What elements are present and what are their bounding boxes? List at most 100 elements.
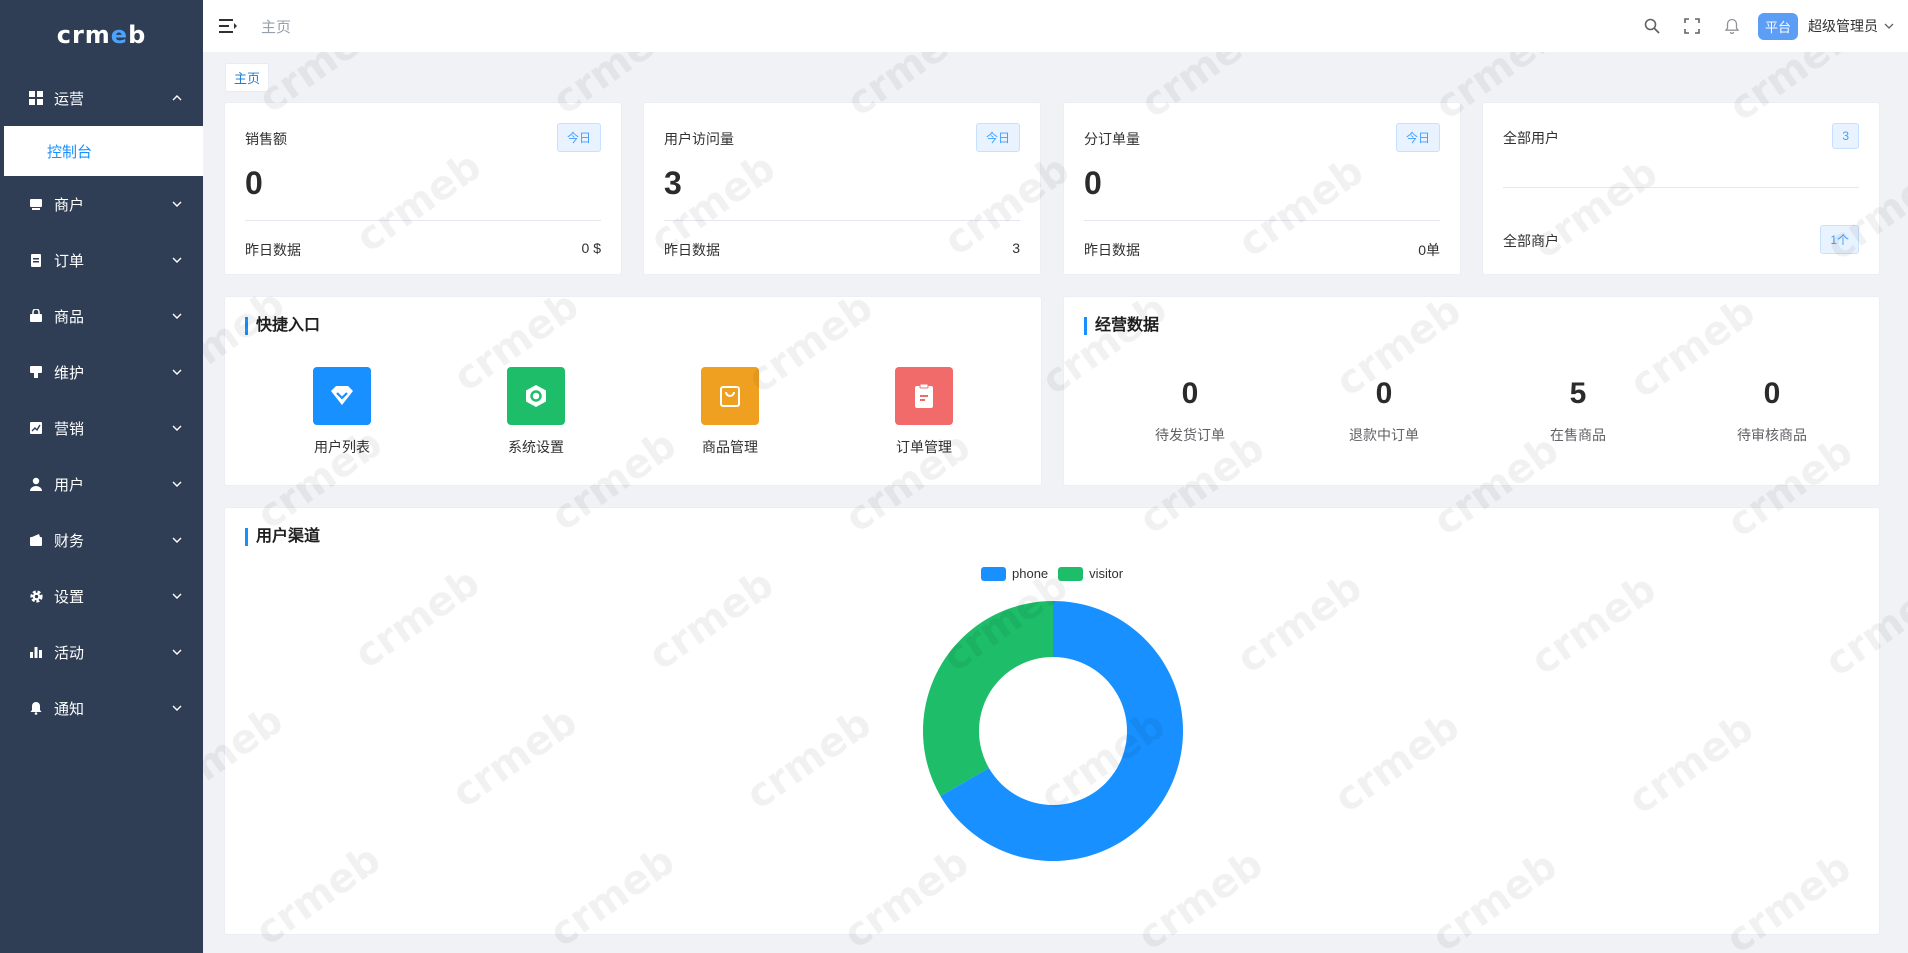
stat-foot-label: 昨日数据 [1084,242,1140,258]
platform-badge: 平台 [1757,12,1798,40]
stat-foot-value: 0单 [1418,242,1440,258]
sidebar-item-orders[interactable]: 订单 [0,232,203,288]
tags-bar: 主页 [203,52,1908,96]
bag-icon [28,308,44,324]
sidebar-item-finance[interactable]: 财务 [0,512,203,568]
sidebar-item-label: 通知 [54,700,85,718]
sidebar-item-label: 用户 [54,476,85,494]
sidebar-item-settings[interactable]: 设置 [0,568,203,624]
stat-card-orders: 分订单量 今日 0 昨日数据 0单 [1063,102,1461,275]
sidebar-item-operations[interactable]: 运营 [0,70,203,126]
sidebar-item-label: 财务 [54,532,85,550]
shopping-bag-icon [701,367,759,425]
all-merchants-label: 全部商户 [1503,233,1559,249]
tag-home[interactable]: 主页 [225,63,270,92]
chevron-down-icon [171,254,183,266]
sidebar-item-merchant[interactable]: 商户 [0,176,203,232]
quick-entry-card: 快捷入口 用户列表 系统设置 商品管理 订单管理 [224,296,1042,486]
user-icon [28,476,44,492]
tool-icon [28,364,44,380]
bar-chart-icon [28,644,44,660]
stat-badge: 今日 [556,123,601,152]
biz-on-sale-products[interactable]: 5 在售商品 [1508,377,1648,445]
chevron-down-icon [171,310,183,322]
quick-label: 商品管理 [702,439,758,455]
sidebar-item-label: 设置 [54,588,85,606]
biz-label: 待审核商品 [1737,427,1807,443]
sidebar-item-label: 订单 [54,252,85,270]
quick-item-system-settings[interactable]: 系统设置 [476,367,596,457]
quick-label: 系统设置 [508,439,564,455]
breadcrumb[interactable]: 主页 [261,16,1632,37]
biz-pending-shipment[interactable]: 0 待发货订单 [1120,377,1260,445]
biz-refunding-orders[interactable]: 0 退款中订单 [1314,377,1454,445]
stat-title: 用户访问量 [664,131,734,147]
stat-card-visits: 用户访问量 今日 3 昨日数据 3 [643,102,1041,275]
chevron-down-icon [171,478,183,490]
user-list-icon [313,367,371,425]
gear-icon [28,588,44,604]
store-icon [28,196,44,212]
chevron-down-icon [171,198,183,210]
user-menu[interactable]: 超级管理员 [1808,16,1894,36]
sidebar-item-maintenance[interactable]: 维护 [0,344,203,400]
quick-label: 订单管理 [896,439,952,455]
chevron-down-icon [171,366,183,378]
chevron-up-icon [171,92,183,104]
fullscreen-icon[interactable] [1683,17,1701,35]
clipboard-icon [28,252,44,268]
biz-value: 5 [1569,377,1587,410]
all-users-label: 全部用户 [1503,130,1559,146]
stat-value: 0 [1084,165,1102,201]
biz-value: 0 [1181,377,1199,410]
quick-item-order-management[interactable]: 订单管理 [864,367,984,457]
section-title: 快捷入口 [245,317,320,335]
settings-icon [507,367,565,425]
bell-icon [28,700,44,716]
chevron-down-icon [171,590,183,602]
biz-label: 待发货订单 [1155,427,1225,443]
bell-icon[interactable] [1723,17,1741,35]
sidebar-item-notifications[interactable]: 通知 [0,680,203,736]
wallet-icon [28,532,44,548]
sidebar: crm e b 运营 控制台 商户 订单 商品 维护 营销 用户 财务 设置 活… [0,0,203,953]
business-data-card: 经营数据 0 待发货订单 0 退款中订单 5 在售商品 0 待审核商品 [1063,296,1880,486]
stat-badge: 今日 [1395,123,1440,152]
quick-item-product-management[interactable]: 商品管理 [670,367,790,457]
grid-icon [28,90,44,106]
menu-toggle-icon[interactable] [219,18,237,34]
sidebar-item-label: 商户 [54,196,85,214]
sidebar-item-label: 维护 [54,364,85,382]
biz-pending-review-products[interactable]: 0 待审核商品 [1702,377,1842,445]
top-header: 主页 平台 超级管理员 [203,0,1908,52]
stat-title: 销售额 [245,131,287,147]
stat-foot-value: 0 $ [581,240,601,256]
stat-foot-label: 昨日数据 [664,242,720,258]
sidebar-item-products[interactable]: 商品 [0,288,203,344]
sidebar-item-marketing[interactable]: 营销 [0,400,203,456]
stat-foot-value: 3 [1012,240,1020,256]
user-name: 超级管理员 [1808,18,1878,34]
sidebar-item-activities[interactable]: 活动 [0,624,203,680]
biz-value: 0 [1763,377,1781,410]
order-icon [895,367,953,425]
sidebar-item-users[interactable]: 用户 [0,456,203,512]
search-icon[interactable] [1643,17,1661,35]
chart-icon [28,420,44,436]
chevron-down-icon [171,534,183,546]
donut-slice-visitor[interactable] [923,601,1053,796]
all-merchants-count: 1个 [1820,225,1859,254]
logo[interactable]: crm e b [0,0,203,70]
quick-item-user-list[interactable]: 用户列表 [282,367,402,457]
stat-badge: 今日 [975,123,1020,152]
quick-label: 用户列表 [314,439,370,455]
biz-label: 在售商品 [1550,427,1606,443]
sidebar-item-label: 商品 [54,308,85,326]
biz-value: 0 [1375,377,1393,410]
all-users-count: 3 [1832,123,1859,149]
donut-chart [923,601,1183,861]
stat-value: 0 [245,165,263,201]
sidebar-subitem-dashboard[interactable]: 控制台 [4,126,203,176]
chevron-down-icon [171,646,183,658]
stat-foot-label: 昨日数据 [245,242,301,258]
